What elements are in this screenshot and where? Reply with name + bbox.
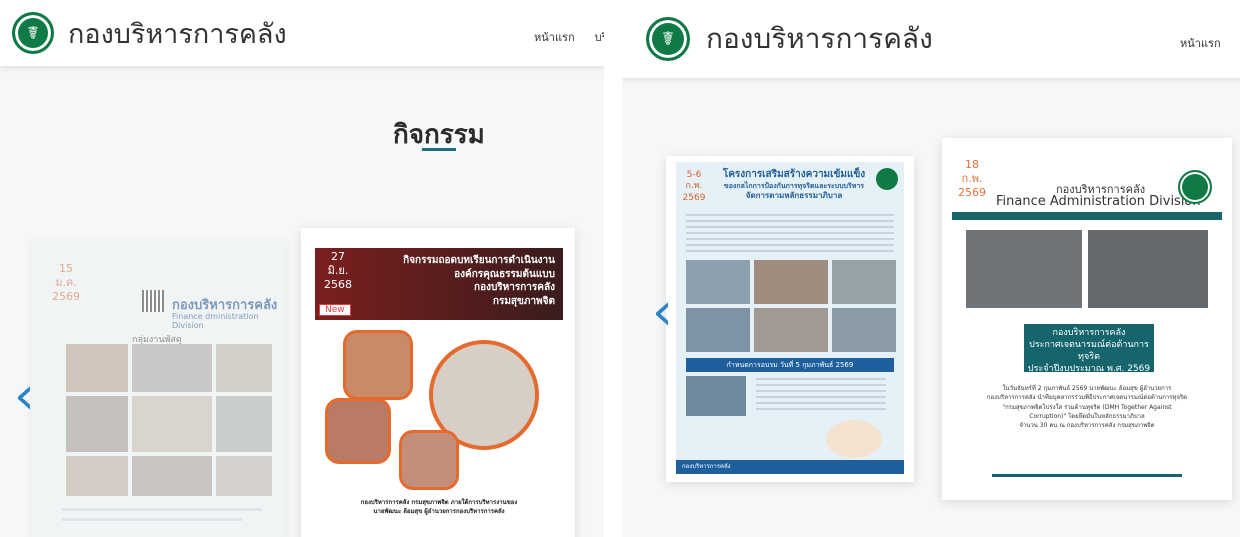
poster-footer-line (992, 474, 1182, 477)
site-header: ☤ กองบริหารการคลัง หน้าแรก บริก (0, 0, 604, 66)
date-month: มิ.ย. (327, 263, 349, 277)
photo (832, 308, 896, 352)
banner-line: กองบริหารการคลัง (1052, 328, 1126, 338)
photo (686, 308, 750, 352)
photo (132, 344, 212, 392)
text-line (62, 508, 262, 511)
card-footer-bar: กองบริหารการคลัง (676, 460, 904, 474)
poster-divider (952, 212, 1222, 220)
card-poster: 15 ม.ค. 2569 กองบริหารการคลัง Finance dm… (32, 240, 286, 537)
qr-code-icon (142, 290, 164, 312)
card-org-en: Finance dministration Division (172, 312, 259, 330)
date-day: 5-6 (686, 170, 702, 180)
photo (216, 344, 272, 392)
group-photo (1088, 230, 1208, 308)
card-title-line: จัดการตามหลักธรรมาภิบาล (745, 190, 843, 200)
activity-card[interactable]: 15 ม.ค. 2569 กองบริหารการคลัง Finance dm… (32, 240, 286, 537)
photo (216, 396, 272, 452)
photo (216, 456, 272, 496)
photo (132, 396, 212, 452)
photo (66, 456, 128, 496)
site-name[interactable]: กองบริหารการคลัง (68, 12, 287, 55)
site-name[interactable]: กองบริหารการคลัง (706, 17, 933, 61)
photo (686, 260, 750, 304)
date-month: ม.ค. (55, 275, 77, 289)
body-line: "กรมสุขภาพจิตโปร่งใส ร่วมต้านทุจริต (DMH… (1002, 403, 1172, 411)
ministry-logo-icon[interactable]: ☤ (646, 17, 690, 61)
card-title-line: องค์กรคุณธรรมต้นแบบ (454, 268, 555, 280)
footer-line: นายพัฒนะ ล้อมสุข ผู้อำนวยการกองบริหารการ… (373, 508, 505, 515)
footer-line: กองบริหารการคลัง กรมสุขภาพจิต ภายใต้การบ… (360, 499, 518, 506)
card-title-line: กรมสุขภาพจิต (492, 295, 555, 307)
body-line: กองบริหารการคลัง นำทีมบุคลากรร่วมพิธีประ… (986, 394, 1188, 402)
site-header: ☤ กองบริหารการคลัง หน้าแรก บร (622, 0, 1240, 78)
banner-line: ประกาศเจตนารมณ์ต่อต้านการทุจริต (1029, 340, 1149, 363)
hexagon-photo (399, 430, 459, 490)
card-org-en: Finance Administration Division (996, 194, 1201, 209)
nav-home-link[interactable]: หน้าแรก (534, 28, 575, 46)
card-body-text: ในวันจันทร์ที่ 2 กุมภาพันธ์ 2569 นายพัฒน… (968, 384, 1206, 430)
card-poster: 27 มิ.ย. 2568 New กิจกรรมถอดบทเรียนการดำ… (315, 248, 563, 537)
date-year: 2568 (324, 277, 352, 291)
card-title-line: ของกลไกการป้องกันการทุจริตและระบบบริหาร (723, 181, 865, 190)
hexagon-photo (325, 398, 391, 464)
card-title-line: กิจกรรมถอดบทเรียนการดำเนินงาน (403, 255, 555, 266)
ministry-logo-icon (876, 168, 898, 190)
carousel-prev-arrow-icon[interactable]: ‹ (652, 286, 673, 338)
photo (754, 308, 828, 352)
left-page-panel: ☤ กองบริหารการคลัง หน้าแรก บริก กิจกรรม … (0, 0, 604, 537)
main-nav: หน้าแรก บร (1180, 34, 1240, 52)
announcement-banner: กองบริหารการคลัง ประกาศเจตนารมณ์ต่อต้านก… (1024, 324, 1154, 375)
activity-card[interactable]: 18 ก.พ. 2569 กองบริหารการคลัง Finance Ad… (942, 138, 1232, 500)
schedule-banner: กำหนดการอบรม วันที่ 5 กุมภาพันธ์ 2569 (686, 358, 894, 372)
body-line: ในวันจันทร์ที่ 2 กุมภาพันธ์ 2569 นายพัฒน… (1002, 385, 1172, 392)
hexagon-photo (343, 330, 413, 400)
card-title-line: กองบริหารการคลัง (474, 282, 555, 293)
body-line: Corruption)" โดยยึดมั่นในหลักธรรมาภิบาล (1029, 412, 1145, 420)
photo (686, 376, 746, 416)
text-line (62, 518, 242, 521)
date-day: 15 (59, 262, 73, 275)
body-line: จำนวน 30 คน ณ กองบริหารการคลัง กรมสุขภาพ… (1019, 422, 1155, 430)
date-month: ก.พ. (961, 171, 983, 185)
card-poster: 5-6 ก.พ. 2569 โครงการเสริมสร้างความเข้มแ… (676, 162, 904, 474)
photo (754, 260, 828, 304)
card-poster: 18 ก.พ. 2569 กองบริหารการคลัง Finance Ad… (952, 152, 1222, 486)
date-year: 2569 (682, 192, 706, 203)
main-nav: หน้าแรก บริก (534, 28, 604, 46)
card-title: กิจกรรมถอดบทเรียนการดำเนินงาน องค์กรคุณธ… (403, 254, 555, 308)
date-day: 27 (331, 250, 345, 263)
date-tag: 27 มิ.ย. 2568 (319, 250, 357, 291)
photo (132, 456, 212, 496)
ministry-logo-icon (1178, 170, 1212, 204)
card-title-line: โครงการเสริมสร้างความเข้มแข็ง (722, 169, 866, 180)
date-tag: 18 ก.พ. 2569 (954, 158, 990, 199)
card-title: โครงการเสริมสร้างความเข้มแข็ง ของกลไกการ… (710, 168, 878, 202)
title-underline (422, 148, 456, 151)
date-year: 2569 (52, 289, 80, 303)
photo (832, 260, 896, 304)
carousel-prev-arrow-icon[interactable]: ‹ (14, 370, 35, 422)
date-month: ก.พ. (685, 181, 703, 192)
schedule-text-block (756, 378, 886, 414)
intro-text-block (686, 214, 894, 254)
ministry-logo-icon[interactable]: ☤ (12, 12, 54, 54)
banner-line: ประจำปีงบประมาณ พ.ศ. 2569 (1027, 364, 1151, 375)
photo (66, 396, 128, 452)
right-page-panel: ☤ กองบริหารการคลัง หน้าแรก บร 5-6 ก.พ. 2… (622, 0, 1240, 537)
photo (66, 344, 128, 392)
date-tag: 15 ม.ค. 2569 (44, 262, 88, 303)
card-footer-text: กองบริหารการคลัง กรมสุขภาพจิต ภายใต้การบ… (323, 498, 555, 516)
group-photo (966, 230, 1082, 308)
mascot-illustration (826, 420, 882, 458)
date-year: 2569 (958, 185, 986, 199)
date-day: 18 (965, 158, 979, 171)
date-tag: 5-6 ก.พ. 2569 (680, 170, 708, 204)
activity-card[interactable]: 5-6 ก.พ. 2569 โครงการเสริมสร้างความเข้มแ… (666, 156, 914, 482)
activity-card[interactable]: 27 มิ.ย. 2568 New กิจกรรมถอดบทเรียนการดำ… (301, 228, 575, 537)
nav-home-link[interactable]: หน้าแรก (1180, 34, 1221, 52)
new-badge: New (319, 304, 351, 316)
nav-next-link[interactable]: บริก (595, 28, 604, 46)
